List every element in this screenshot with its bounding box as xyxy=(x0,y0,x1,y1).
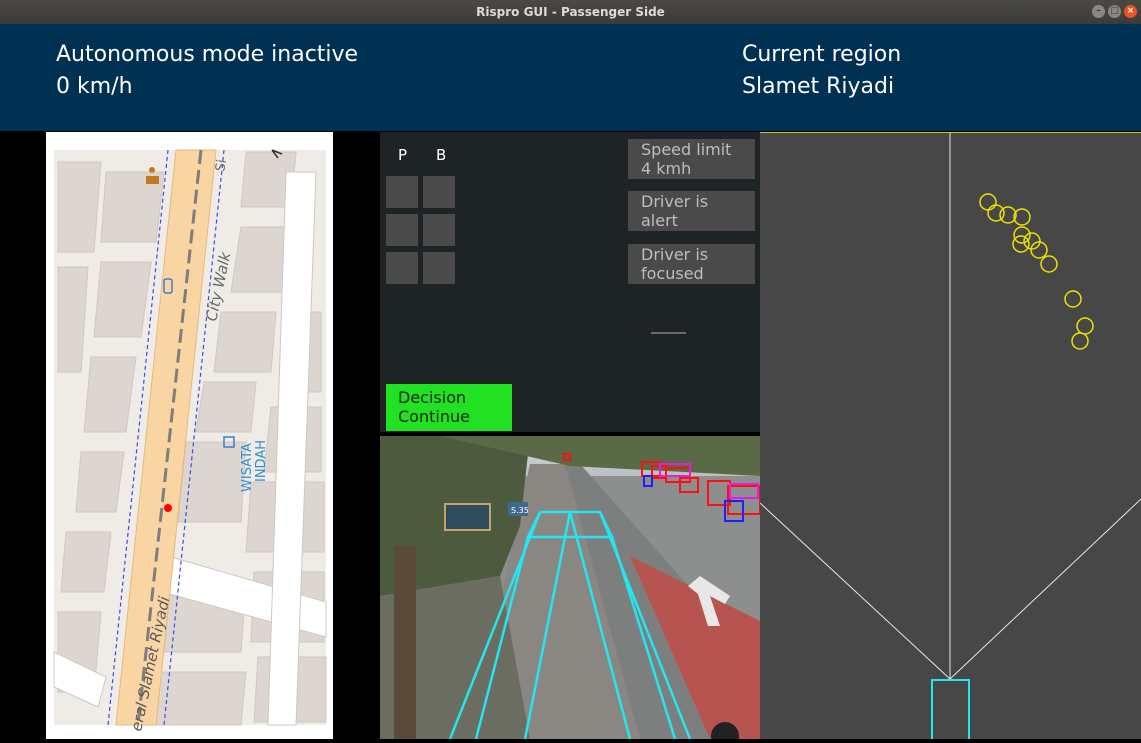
divider xyxy=(651,332,686,334)
speed-readout: 0 km/h xyxy=(56,74,133,99)
speed-limit-badge: Speed limit 4 kmh xyxy=(628,139,755,179)
b-indicator-1 xyxy=(423,176,455,208)
map-label-indah: INDAH xyxy=(254,440,269,482)
driver-focused-value: focused xyxy=(641,264,704,283)
p-indicator-1 xyxy=(386,176,418,208)
camera-canvas: S.35 xyxy=(380,436,760,739)
b-indicator-2 xyxy=(423,214,455,246)
speed-limit-label: Speed limit xyxy=(641,140,732,159)
window-titlebar: Rispro GUI - Passenger Side – □ × xyxy=(0,0,1141,24)
road-sign-label: S.35 xyxy=(511,506,529,515)
driver-focused-badge: Driver is focused xyxy=(628,244,755,284)
window-controls: – □ × xyxy=(1092,5,1137,18)
p-indicator-2 xyxy=(386,214,418,246)
radar-canvas xyxy=(759,133,1141,741)
driver-focused-label: Driver is xyxy=(641,245,709,264)
driver-alert-label: Driver is xyxy=(641,192,709,211)
camera-feed: S.35 xyxy=(380,436,760,739)
region-name: Slamet Riyadi xyxy=(742,74,895,99)
p-label: P xyxy=(398,146,408,164)
radar-points xyxy=(979,193,1094,350)
status-header: Autonomous mode inactive 0 km/h Current … xyxy=(0,24,1141,131)
b-label: B xyxy=(436,146,447,164)
autonomous-mode-status: Autonomous mode inactive xyxy=(56,42,359,67)
radar-view xyxy=(759,132,1141,741)
driver-alert-badge: Driver is alert xyxy=(628,191,755,231)
region-label: Current region xyxy=(742,42,902,67)
speed-limit-value: 4 kmh xyxy=(641,159,692,178)
close-icon[interactable]: × xyxy=(1124,5,1137,18)
decision-badge: Decision Continue xyxy=(386,384,512,431)
map-view[interactable]: City Walk eral Slamet Riyadi WISATA INDA… xyxy=(46,132,333,739)
driver-alert-value: alert xyxy=(641,211,678,230)
p-indicator-3 xyxy=(386,252,418,284)
map-label-wisata: WISATA xyxy=(240,443,255,492)
vehicle-position-marker xyxy=(164,504,172,512)
maximize-icon[interactable]: □ xyxy=(1108,5,1121,18)
map-canvas: City Walk eral Slamet Riyadi WISATA INDA… xyxy=(53,149,327,733)
window-title: Rispro GUI - Passenger Side xyxy=(476,5,665,19)
decision-label: Decision xyxy=(398,388,467,407)
ego-vehicle-box xyxy=(931,679,970,741)
decision-value: Continue xyxy=(398,407,470,426)
control-panel: P B Speed limit 4 kmh Driver is alert Dr… xyxy=(380,132,760,432)
minimize-icon[interactable]: – xyxy=(1092,5,1105,18)
b-indicator-3 xyxy=(423,252,455,284)
